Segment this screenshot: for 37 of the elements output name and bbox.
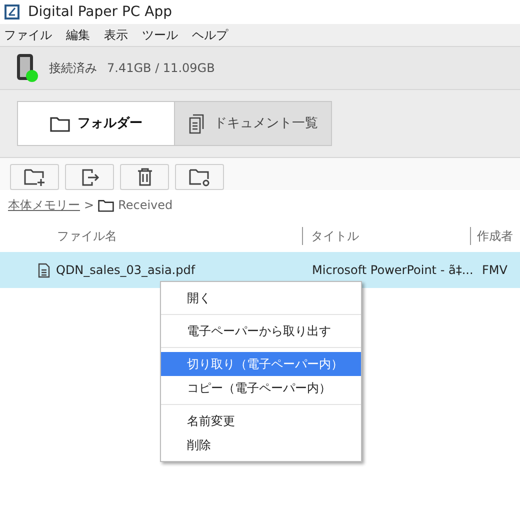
- breadcrumb-current: Received: [118, 197, 173, 214]
- documents-icon: [188, 114, 206, 134]
- context-menu-item[interactable]: コピー（電子ペーパー内）: [161, 376, 361, 400]
- toolbar-button[interactable]: [65, 164, 114, 190]
- view-tab[interactable]: フォルダー: [18, 102, 174, 145]
- folder-icon: [98, 198, 114, 212]
- toolbar-button[interactable]: [120, 164, 169, 190]
- column-header[interactable]: タイトル: [302, 227, 470, 245]
- app-logo-icon: [4, 4, 20, 20]
- file-row[interactable]: QDN_sales_03_asia.pdf Microsoft PowerPoint - ã‡... FMV: [0, 252, 520, 288]
- table-cell-text: Microsoft PowerPoint - ã‡...: [312, 262, 474, 279]
- breadcrumb-separator: >: [84, 197, 94, 214]
- context-menu-item[interactable]: 削除: [161, 433, 361, 457]
- document-icon: [38, 262, 50, 278]
- menu-item[interactable]: ヘルプ: [192, 26, 228, 44]
- menu-item[interactable]: 編集: [66, 26, 90, 44]
- context-menu-item[interactable]: 切り取り（電子ペーパー内）: [161, 352, 361, 376]
- menu-item[interactable]: ツール: [142, 26, 178, 44]
- new-folder-icon: [22, 167, 46, 187]
- storage-usage: 7.41GB / 11.09GB: [107, 60, 215, 77]
- column-header[interactable]: ファイル名: [0, 227, 302, 245]
- column-header[interactable]: 作成者: [470, 227, 513, 245]
- toolbar-button[interactable]: [10, 164, 59, 190]
- context-menu-item[interactable]: 開く: [161, 286, 361, 310]
- menu-item[interactable]: 表示: [104, 26, 128, 44]
- window-title: Digital Paper PC App: [28, 2, 172, 22]
- toolbar-button[interactable]: [175, 164, 224, 190]
- context-menu-item[interactable]: 名前変更: [161, 409, 361, 433]
- folder-icon: [50, 116, 70, 132]
- folder-sync-icon: [188, 167, 212, 187]
- breadcrumb-link[interactable]: 本体メモリー: [8, 196, 80, 214]
- context-menu-item[interactable]: 電子ペーパーから取り出す: [161, 319, 361, 343]
- file-name: QDN_sales_03_asia.pdf: [56, 262, 196, 279]
- menu-item[interactable]: ファイル: [4, 26, 52, 44]
- view-tab[interactable]: ドキュメント一覧: [174, 102, 331, 145]
- connection-status: 接続済み: [49, 60, 97, 77]
- table-cell-text: FMV: [482, 262, 508, 279]
